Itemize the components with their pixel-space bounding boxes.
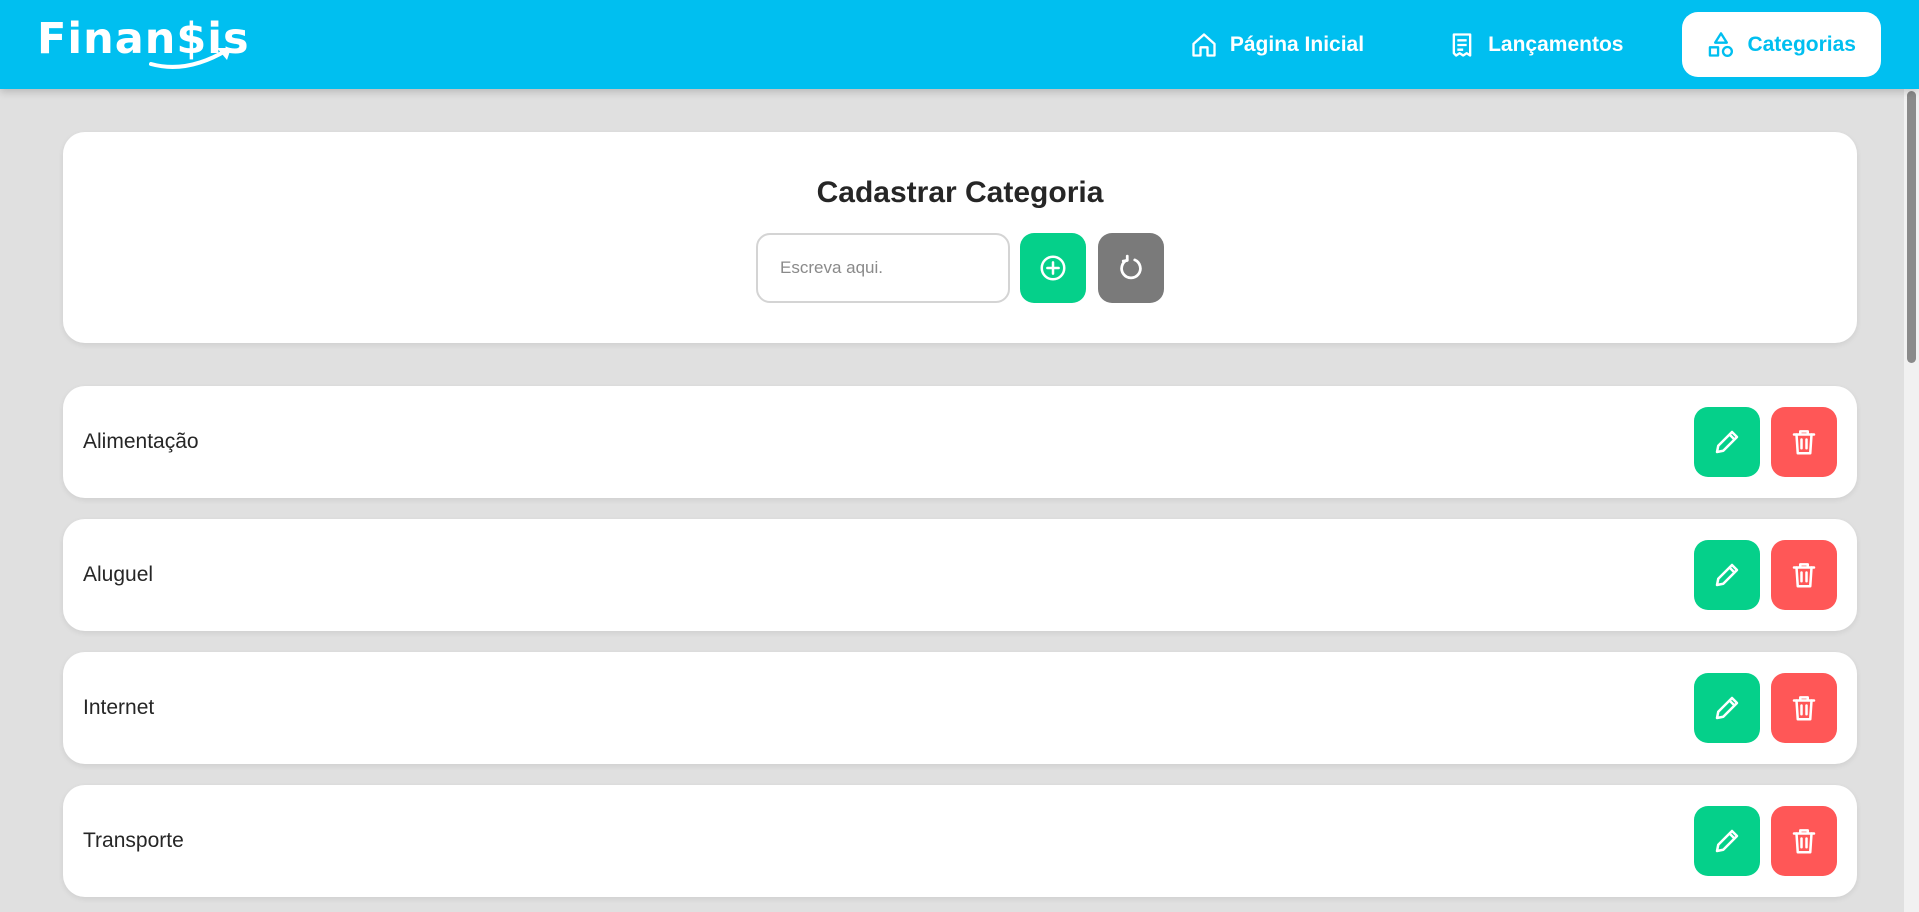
receipt-icon bbox=[1452, 32, 1472, 57]
category-name-input[interactable] bbox=[756, 233, 1010, 303]
form-title: Cadastrar Categoria bbox=[816, 176, 1104, 209]
edit-category-button[interactable] bbox=[1694, 540, 1760, 610]
category-row: Alimentação bbox=[63, 386, 1857, 498]
delete-category-button[interactable] bbox=[1771, 673, 1837, 743]
pencil-icon bbox=[1715, 696, 1739, 720]
category-row: Internet bbox=[63, 652, 1857, 764]
trash-icon bbox=[1792, 696, 1816, 721]
edit-category-button[interactable] bbox=[1694, 673, 1760, 743]
pencil-icon bbox=[1715, 563, 1739, 587]
home-icon bbox=[1192, 32, 1216, 57]
scrollbar-thumb[interactable] bbox=[1907, 91, 1916, 363]
nav-item-label: Lançamentos bbox=[1488, 32, 1624, 56]
main-nav: Página Inicial Lançamentos Categorias bbox=[1131, 12, 1881, 77]
nav-item-label: Categorias bbox=[1747, 32, 1856, 56]
nav-item-pagina-inicial[interactable]: Página Inicial bbox=[1165, 12, 1389, 77]
pencil-icon bbox=[1715, 829, 1739, 853]
nav-item-lancamentos[interactable]: Lançamentos bbox=[1423, 12, 1648, 77]
trash-icon bbox=[1792, 829, 1816, 854]
delete-category-button[interactable] bbox=[1771, 540, 1837, 610]
edit-category-button[interactable] bbox=[1694, 806, 1760, 876]
trash-icon bbox=[1792, 563, 1816, 588]
refresh-icon bbox=[1120, 254, 1142, 280]
delete-category-button[interactable] bbox=[1771, 806, 1837, 876]
nav-item-categorias[interactable]: Categorias bbox=[1682, 12, 1881, 77]
edit-category-button[interactable] bbox=[1694, 407, 1760, 477]
nav-item-label: Página Inicial bbox=[1229, 32, 1365, 56]
category-row: Aluguel bbox=[63, 519, 1857, 631]
category-row: Transporte bbox=[63, 785, 1857, 897]
pencil-icon bbox=[1715, 430, 1739, 454]
reset-button[interactable] bbox=[1098, 233, 1164, 303]
finansis-logo[interactable]: Finan$is bbox=[37, 14, 250, 74]
page-scrollbar[interactable] bbox=[1904, 89, 1919, 912]
category-form-card: Cadastrar Categoria bbox=[63, 132, 1857, 343]
category-name: Alimentação bbox=[83, 430, 199, 453]
logo-arrow-icon bbox=[149, 48, 231, 69]
category-name: Internet bbox=[83, 696, 155, 719]
category-name: Transporte bbox=[83, 829, 184, 852]
category-name: Aluguel bbox=[83, 563, 154, 586]
delete-category-button[interactable] bbox=[1771, 407, 1837, 477]
top-nav-bar: Finan$is Página Inicial Lançamentos Cate… bbox=[0, 0, 1919, 89]
add-category-button[interactable] bbox=[1020, 233, 1086, 303]
trash-icon bbox=[1792, 430, 1816, 455]
plus-circle-icon bbox=[1040, 255, 1066, 281]
shapes-icon bbox=[1709, 31, 1734, 57]
